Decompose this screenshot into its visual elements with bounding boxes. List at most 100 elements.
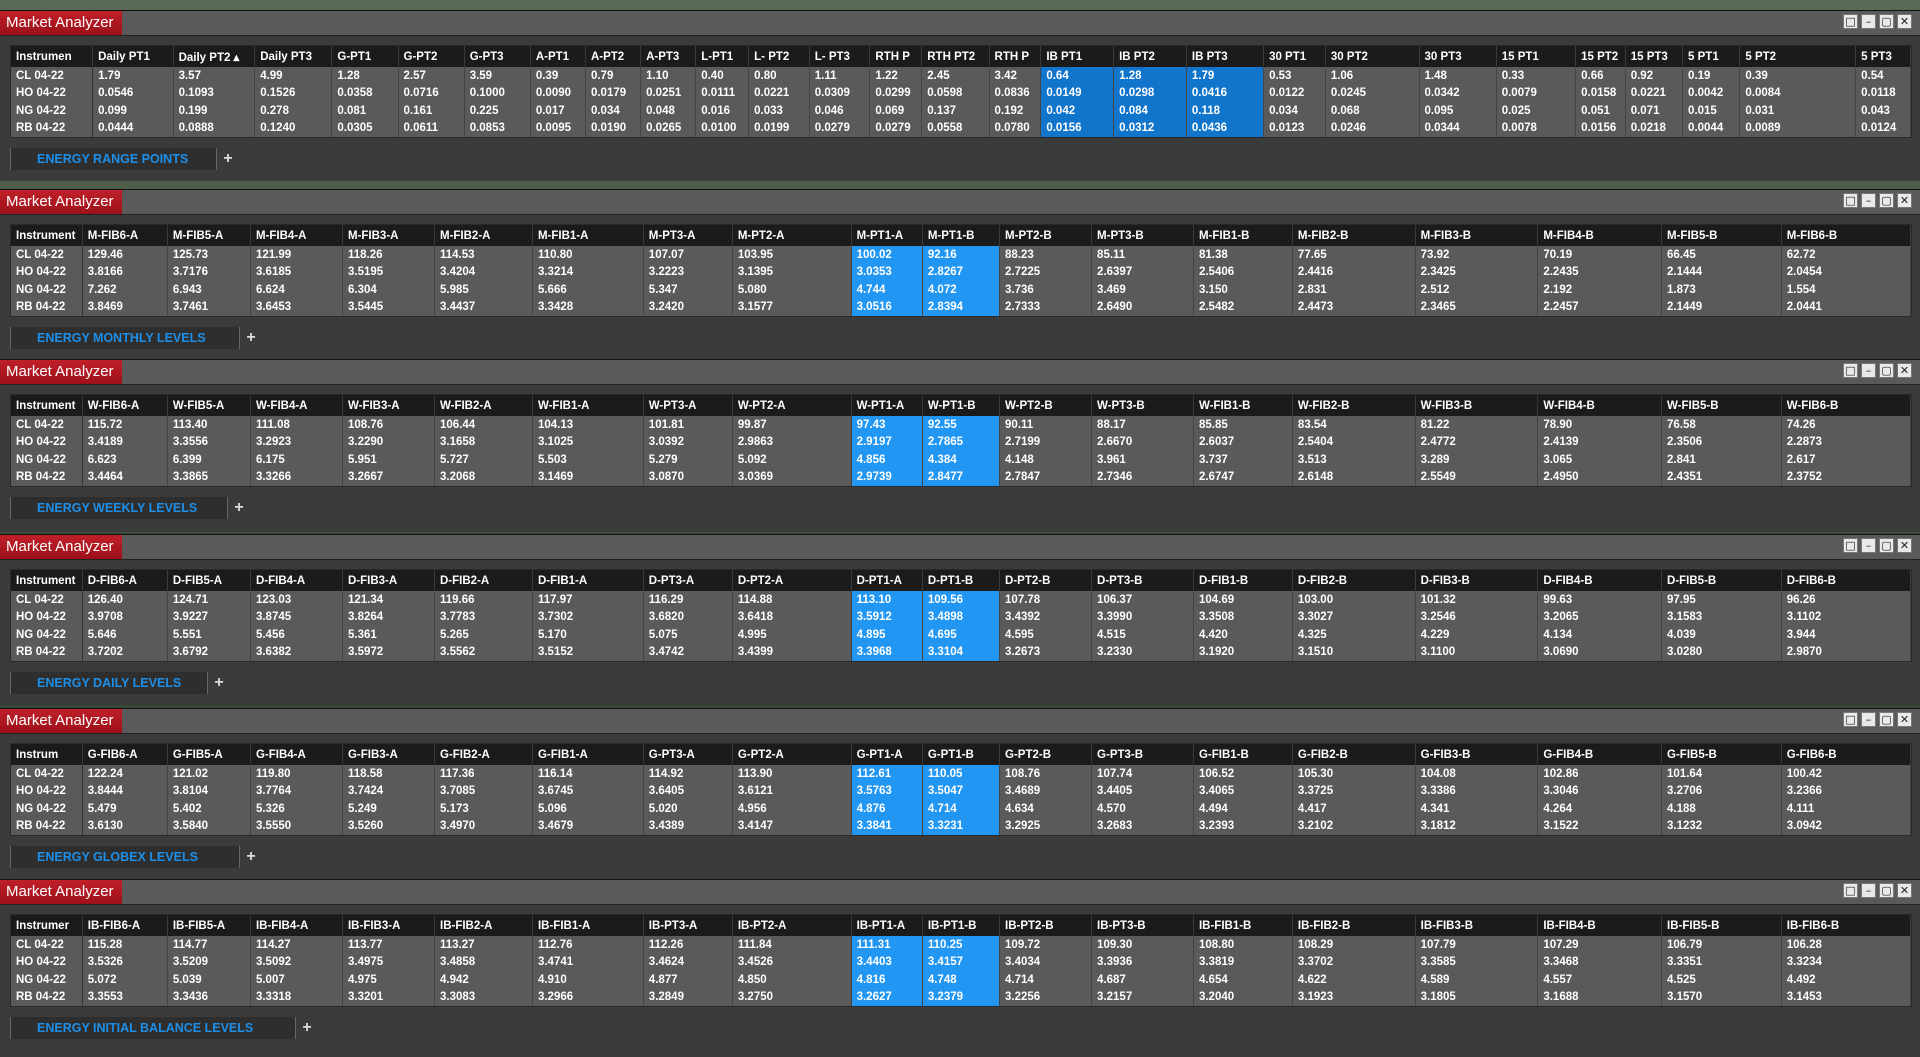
column-header[interactable]: Daily PT2 ▴ [173, 46, 256, 67]
value-cell[interactable]: 3.3990 [1091, 608, 1194, 626]
value-cell[interactable]: 3.6382 [250, 643, 343, 661]
value-cell[interactable]: 62.72 [1781, 246, 1912, 264]
value-cell[interactable]: 5.173 [434, 800, 533, 818]
value-cell[interactable]: 4.111 [1781, 800, 1912, 818]
column-header[interactable]: IB-FIB1-A [532, 915, 644, 936]
value-cell[interactable]: 113.40 [167, 416, 251, 434]
value-cell[interactable]: 3.736 [999, 281, 1093, 299]
value-cell[interactable]: 0.0221 [748, 84, 810, 102]
restore-button[interactable]: □ [1843, 14, 1858, 29]
value-cell[interactable]: 3.7302 [532, 608, 644, 626]
value-cell[interactable]: 5.347 [643, 281, 733, 299]
value-cell[interactable]: 3.6792 [167, 643, 251, 661]
value-cell[interactable]: 106.37 [1091, 591, 1194, 609]
value-cell[interactable]: 0.0836 [989, 84, 1042, 102]
column-header[interactable]: IB-PT3-A [643, 915, 733, 936]
column-header[interactable]: IB-FIB4-A [250, 915, 343, 936]
column-header[interactable]: W-PT1-A [851, 395, 923, 416]
value-cell[interactable]: 0.79 [585, 67, 642, 85]
value-cell[interactable]: 126.40 [82, 591, 168, 609]
value-cell[interactable]: 107.07 [643, 246, 733, 264]
instrument-cell[interactable]: CL 04-22 [11, 591, 83, 609]
value-cell[interactable]: 3.2546 [1415, 608, 1539, 626]
value-cell[interactable]: 116.29 [643, 591, 733, 609]
instrument-cell[interactable]: RB 04-22 [11, 298, 83, 316]
value-cell[interactable]: 114.27 [250, 936, 343, 954]
instrument-cell[interactable]: NG 04-22 [11, 971, 83, 989]
value-cell[interactable]: 3.1688 [1537, 988, 1663, 1006]
value-cell[interactable]: 0.66 [1575, 67, 1626, 85]
value-cell[interactable]: 0.034 [585, 102, 642, 120]
instrument-cell[interactable]: CL 04-22 [11, 936, 83, 954]
value-cell[interactable]: 0.0078 [1496, 119, 1577, 137]
value-cell[interactable]: 2.4351 [1661, 468, 1782, 486]
column-header[interactable]: G-FIB2-B [1292, 744, 1416, 765]
value-cell[interactable]: 0.016 [695, 102, 750, 120]
column-header[interactable]: D-PT2-B [999, 570, 1093, 591]
value-cell[interactable]: 3.3266 [250, 468, 343, 486]
value-cell[interactable]: 3.3585 [1415, 953, 1539, 971]
value-cell[interactable]: 4.188 [1661, 800, 1782, 818]
value-cell[interactable]: 0.1093 [173, 84, 256, 102]
value-cell[interactable]: 1.79 [92, 67, 174, 85]
value-cell[interactable]: 3.4403 [851, 953, 923, 971]
value-cell[interactable]: 3.2393 [1193, 817, 1293, 835]
value-cell[interactable]: 104.13 [532, 416, 644, 434]
value-cell[interactable]: 85.11 [1091, 246, 1194, 264]
value-cell[interactable]: 123.03 [250, 591, 343, 609]
value-cell[interactable]: 3.2068 [434, 468, 533, 486]
table-row[interactable]: NG 04-22 7.262 6.943 6.624 6.304 5.985 5.666 5.… [11, 281, 1912, 299]
tab-active[interactable]: ENERGY GLOBEX LEVELS [10, 846, 240, 868]
value-cell[interactable]: 2.8394 [922, 298, 1001, 316]
maximize-button[interactable]: ▢ [1879, 363, 1894, 378]
value-cell[interactable]: 74.26 [1781, 416, 1912, 434]
value-cell[interactable]: 3.3819 [1193, 953, 1293, 971]
value-cell[interactable]: 0.0251 [640, 84, 697, 102]
column-header[interactable]: D-FIB6-A [82, 570, 168, 591]
value-cell[interactable]: 5.402 [167, 800, 251, 818]
value-cell[interactable]: 76.58 [1661, 416, 1782, 434]
value-cell[interactable]: 0.0156 [1575, 119, 1626, 137]
column-header[interactable]: IB PT2 [1113, 46, 1187, 67]
value-cell[interactable]: 97.95 [1661, 591, 1782, 609]
value-cell[interactable]: 3.5326 [82, 953, 168, 971]
value-cell[interactable]: 2.6397 [1091, 263, 1194, 281]
table-row[interactable]: RB 04-22 0.0444 0.0888 0.1240 0.0305 0.0611 0.… [11, 119, 1912, 137]
value-cell[interactable]: 3.4389 [643, 817, 733, 835]
value-cell[interactable]: 2.1444 [1661, 263, 1782, 281]
value-cell[interactable]: 3.4526 [732, 953, 852, 971]
table-row[interactable]: NG 04-22 6.623 6.399 6.175 5.951 5.727 5.503 5.… [11, 451, 1912, 469]
value-cell[interactable]: 1.554 [1781, 281, 1912, 299]
table-row[interactable]: NG 04-22 5.479 5.402 5.326 5.249 5.173 5.096 5.… [11, 800, 1912, 818]
value-cell[interactable]: 119.66 [434, 591, 533, 609]
value-cell[interactable]: 108.29 [1292, 936, 1416, 954]
value-cell[interactable]: 3.5209 [167, 953, 251, 971]
value-cell[interactable]: 3.0369 [732, 468, 852, 486]
value-cell[interactable]: 2.9863 [732, 433, 852, 451]
column-header[interactable]: 5 PT1 [1682, 46, 1741, 67]
value-cell[interactable]: 0.043 [1855, 102, 1912, 120]
column-header[interactable]: W-PT2-A [732, 395, 852, 416]
value-cell[interactable]: 4.134 [1537, 626, 1663, 644]
value-cell[interactable]: 104.69 [1193, 591, 1293, 609]
value-cell[interactable]: 0.0853 [464, 119, 531, 137]
value-cell[interactable]: 0.034 [1263, 102, 1326, 120]
value-cell[interactable]: 3.3702 [1292, 953, 1416, 971]
value-cell[interactable]: 0.068 [1325, 102, 1420, 120]
value-cell[interactable]: 2.3752 [1781, 468, 1912, 486]
value-cell[interactable]: 3.3027 [1292, 608, 1416, 626]
value-cell[interactable]: 4.148 [999, 451, 1093, 469]
value-cell[interactable]: 4.634 [999, 800, 1093, 818]
value-cell[interactable]: 114.77 [167, 936, 251, 954]
close-button[interactable]: ✕ [1897, 14, 1912, 29]
value-cell[interactable]: 3.5562 [434, 643, 533, 661]
value-cell[interactable]: 3.5047 [922, 782, 1001, 800]
value-cell[interactable]: 3.0353 [851, 263, 923, 281]
value-cell[interactable]: 3.1395 [732, 263, 852, 281]
value-cell[interactable]: 4.687 [1091, 971, 1194, 989]
minimize-button[interactable]: – [1861, 14, 1876, 29]
value-cell[interactable]: 114.88 [732, 591, 852, 609]
value-cell[interactable]: 109.56 [922, 591, 1001, 609]
column-header[interactable]: M-FIB4-A [250, 225, 343, 246]
value-cell[interactable]: 3.6185 [250, 263, 343, 281]
